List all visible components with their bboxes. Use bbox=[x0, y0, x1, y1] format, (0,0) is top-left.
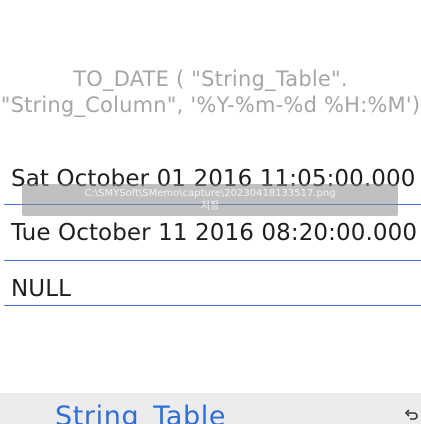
result-row[interactable]: NULL bbox=[0, 274, 421, 330]
bottom-tab-bar: String_Table bbox=[0, 393, 421, 424]
formula-line-2: "String_Column", '%Y-%m-%d %H:%M') bbox=[0, 93, 421, 117]
undo-icon[interactable] bbox=[403, 407, 419, 423]
toast-file-path: C:\SMYSoft\SMemo\capture\20230418133517.… bbox=[84, 188, 336, 199]
table-tab-title[interactable]: String_Table bbox=[55, 401, 226, 424]
formula-expression: TO_DATE ( "String_Table". "String_Column… bbox=[0, 66, 421, 118]
capture-saved-toast: C:\SMYSoft\SMemo\capture\20230418133517.… bbox=[22, 184, 398, 216]
row-divider bbox=[4, 260, 421, 261]
toast-action-text: 저장 bbox=[200, 201, 220, 212]
result-value: Tue October 11 2016 08:20:00.000 bbox=[11, 220, 418, 246]
row-divider bbox=[4, 305, 421, 306]
result-row[interactable]: Tue October 11 2016 08:20:00.000 bbox=[0, 218, 421, 274]
formula-line-1: TO_DATE ( "String_Table". bbox=[73, 67, 348, 91]
result-value: NULL bbox=[11, 276, 72, 302]
